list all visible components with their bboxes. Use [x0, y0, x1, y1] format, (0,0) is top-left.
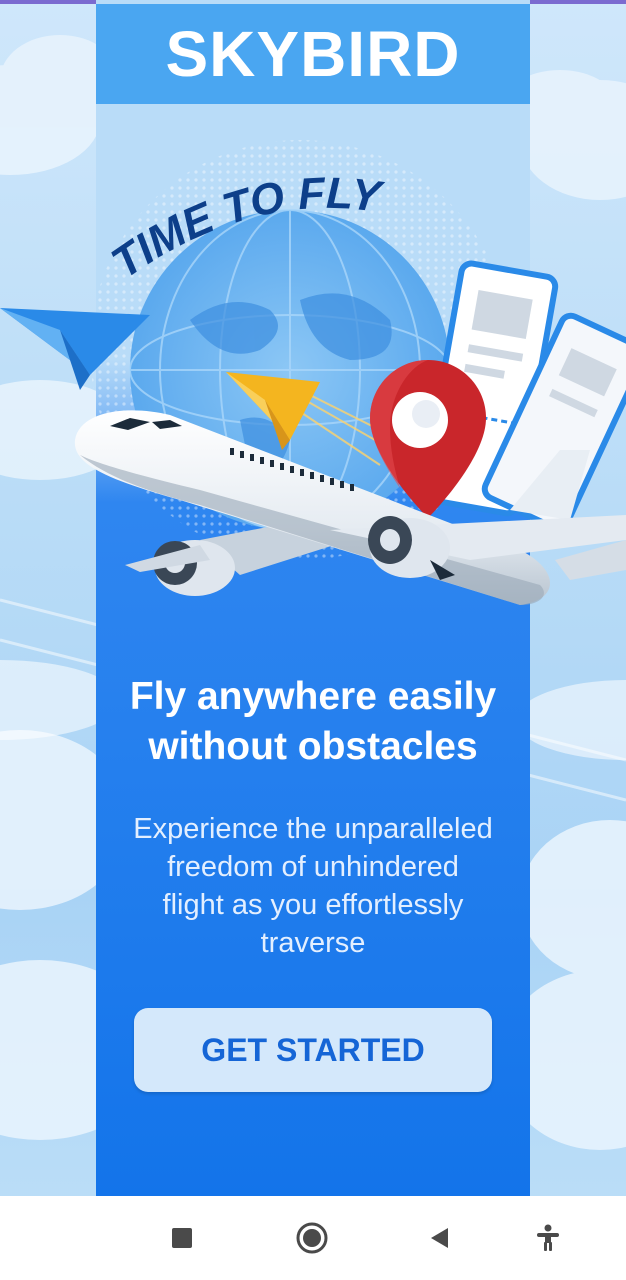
back-triangle-icon [431, 1228, 448, 1248]
description-line-1: Experience the unparalleled [133, 813, 493, 845]
square-icon [172, 1228, 192, 1248]
description-line-4: traverse [260, 927, 366, 959]
travel-illustration: TIME TO FLY [0, 140, 626, 605]
brand-logo: SKYBIRD [165, 18, 461, 90]
onboarding-screen: SKYBIRD TIME TO FLY Fly anywhere easily … [0, 0, 626, 1280]
system-navigation-bar [0, 1196, 626, 1280]
recent-apps-button[interactable] [160, 1216, 204, 1260]
headline-line-2: without obstacles [148, 725, 478, 768]
accessibility-button[interactable] [526, 1216, 570, 1260]
back-button[interactable] [418, 1216, 462, 1260]
circle-icon [296, 1222, 328, 1254]
description-line-2: freedom of unhindered [167, 851, 459, 883]
headline-line-1: Fly anywhere easily [129, 675, 497, 718]
home-button[interactable] [290, 1216, 334, 1260]
description-line-3: flight as you effortlessly [162, 889, 464, 921]
hero-headline: Fly anywhere easily without obstacles [96, 672, 530, 772]
get-started-label: GET STARTED [201, 1031, 425, 1068]
get-started-button[interactable]: GET STARTED [134, 1008, 492, 1092]
logo-banner: SKYBIRD [96, 4, 530, 104]
accessibility-icon [537, 1224, 559, 1251]
hero-description: Experience the unparalleled freedom of u… [106, 810, 520, 962]
